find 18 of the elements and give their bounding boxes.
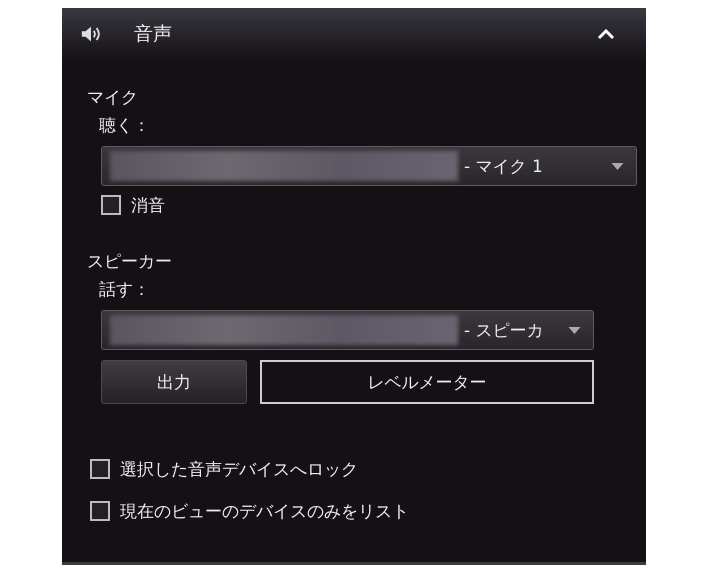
dropdown-arrow-icon: [611, 162, 624, 170]
checkbox-label: 現在のビューのデバイスのみをリスト: [120, 500, 409, 522]
dropdown-arrow-icon: [568, 326, 581, 334]
output-button[interactable]: 出力: [101, 360, 247, 404]
checkbox[interactable]: [101, 195, 121, 215]
section-heading: スピーカー: [87, 251, 173, 274]
checkbox[interactable]: [90, 501, 110, 521]
checkbox[interactable]: [90, 459, 110, 479]
collapse-icon[interactable]: [596, 27, 616, 41]
level-meter-button[interactable]: レベルメーター: [260, 360, 594, 404]
field-label: 聴く：: [99, 115, 151, 138]
checkbox-label: 消音: [131, 194, 165, 216]
field-label: 話す：: [99, 279, 151, 302]
speaker-dropdown[interactable]: - スピーカ: [101, 310, 594, 350]
section-heading: マイク: [87, 87, 139, 110]
checkbox-label: 選択した音声デバイスへロック: [120, 458, 358, 480]
panel-title: 音声: [134, 22, 173, 47]
microphone-dropdown[interactable]: - マイク 1: [101, 146, 637, 186]
